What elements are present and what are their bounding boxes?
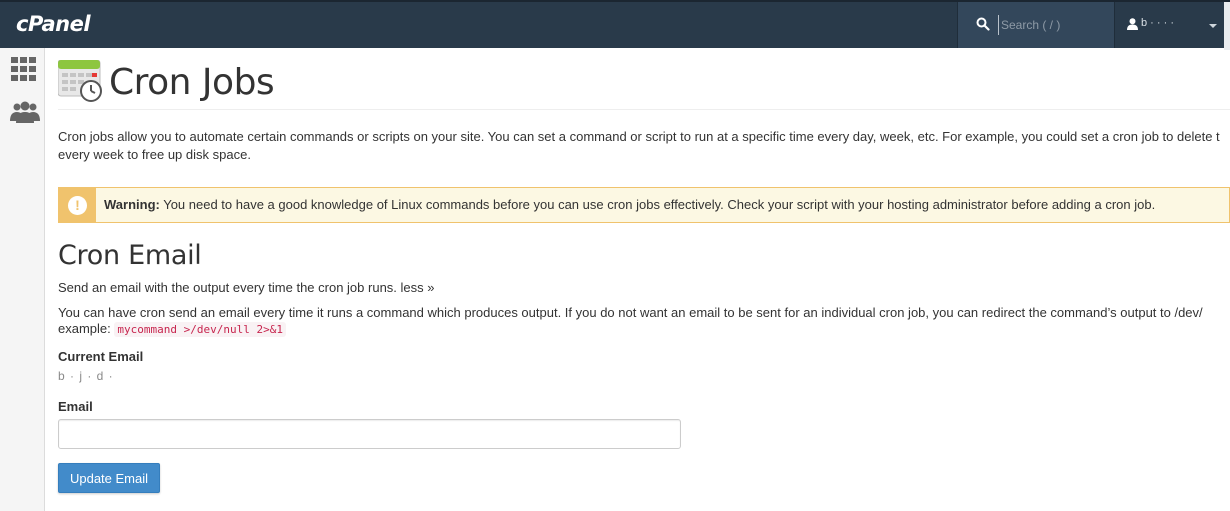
page-title: Cron Jobs bbox=[109, 62, 275, 103]
search-input[interactable] bbox=[998, 15, 1106, 35]
user-name: b · · · · bbox=[1141, 17, 1174, 29]
navbar-edge bbox=[1224, 2, 1230, 50]
email-input[interactable] bbox=[58, 419, 681, 449]
desc-line-2: example: mycommand >/dev/null 2>&1 bbox=[58, 321, 1230, 338]
email-label: Email bbox=[58, 399, 93, 414]
update-email-button[interactable]: Update Email bbox=[58, 463, 160, 493]
warning-message: You need to have a good knowledge of Lin… bbox=[159, 197, 1156, 212]
less-link[interactable]: less » bbox=[401, 280, 435, 295]
caret-down-icon bbox=[1209, 24, 1217, 28]
intro-text: Cron jobs allow you to automate certain … bbox=[58, 128, 1230, 164]
desc-prefix: example: bbox=[58, 321, 111, 336]
cron-email-title: Cron Email bbox=[58, 240, 202, 271]
user-menu[interactable]: b · · · · bbox=[1114, 2, 1224, 48]
page-header: Cron Jobs bbox=[58, 58, 1230, 110]
send-email-line: Send an email with the output every time… bbox=[58, 280, 435, 295]
top-navbar: cPanel b · · · · bbox=[0, 0, 1230, 50]
search-box bbox=[957, 2, 1114, 48]
warning-side: ! bbox=[59, 188, 96, 222]
cron-calendar-clock-icon bbox=[58, 60, 102, 102]
cpanel-logo[interactable]: cPanel bbox=[16, 12, 91, 36]
search-icon bbox=[976, 17, 990, 31]
user-icon bbox=[1127, 18, 1138, 30]
grid-icon[interactable] bbox=[9, 57, 37, 81]
intro-line-1: Cron jobs allow you to automate certain … bbox=[58, 129, 1220, 144]
users-icon[interactable] bbox=[9, 101, 41, 123]
cron-email-description: You can have cron send an email every ti… bbox=[58, 305, 1230, 338]
warning-callout: ! Warning: You need to have a good knowl… bbox=[58, 187, 1230, 223]
exclamation-icon: ! bbox=[68, 196, 87, 215]
current-email-label: Current Email bbox=[58, 349, 144, 364]
current-email-value: b · j · d · bbox=[58, 369, 114, 383]
warning-label: Warning: bbox=[104, 197, 160, 212]
sidebar bbox=[0, 48, 45, 511]
send-email-text: Send an email with the output every time… bbox=[58, 280, 397, 295]
command-example-code: mycommand >/dev/null 2>&1 bbox=[114, 322, 286, 337]
desc-line-1: You can have cron send an email every ti… bbox=[58, 305, 1203, 320]
intro-line-2: every week to free up disk space. bbox=[58, 147, 251, 162]
warning-text: Warning: You need to have a good knowled… bbox=[104, 197, 1155, 212]
